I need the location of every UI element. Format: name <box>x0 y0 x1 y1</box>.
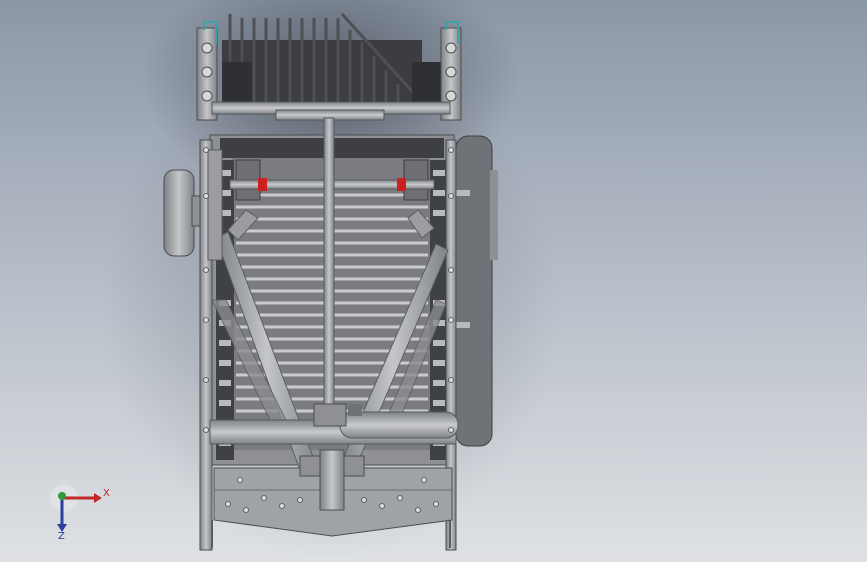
z-axis-label: Z <box>58 531 65 542</box>
x-axis-label: X <box>103 488 110 499</box>
right-gauge-wheel[interactable] <box>454 135 498 447</box>
harvester-machine-model[interactable] <box>0 0 867 562</box>
center-pole[interactable] <box>323 117 335 419</box>
hub-cap <box>348 404 362 416</box>
cad-viewport[interactable]: X Z <box>0 0 867 562</box>
coordinate-triad: X Z <box>48 480 118 544</box>
center-hub[interactable] <box>313 403 347 427</box>
right-shaft-collar[interactable] <box>397 178 406 191</box>
left-shaft-collar[interactable] <box>258 178 267 191</box>
